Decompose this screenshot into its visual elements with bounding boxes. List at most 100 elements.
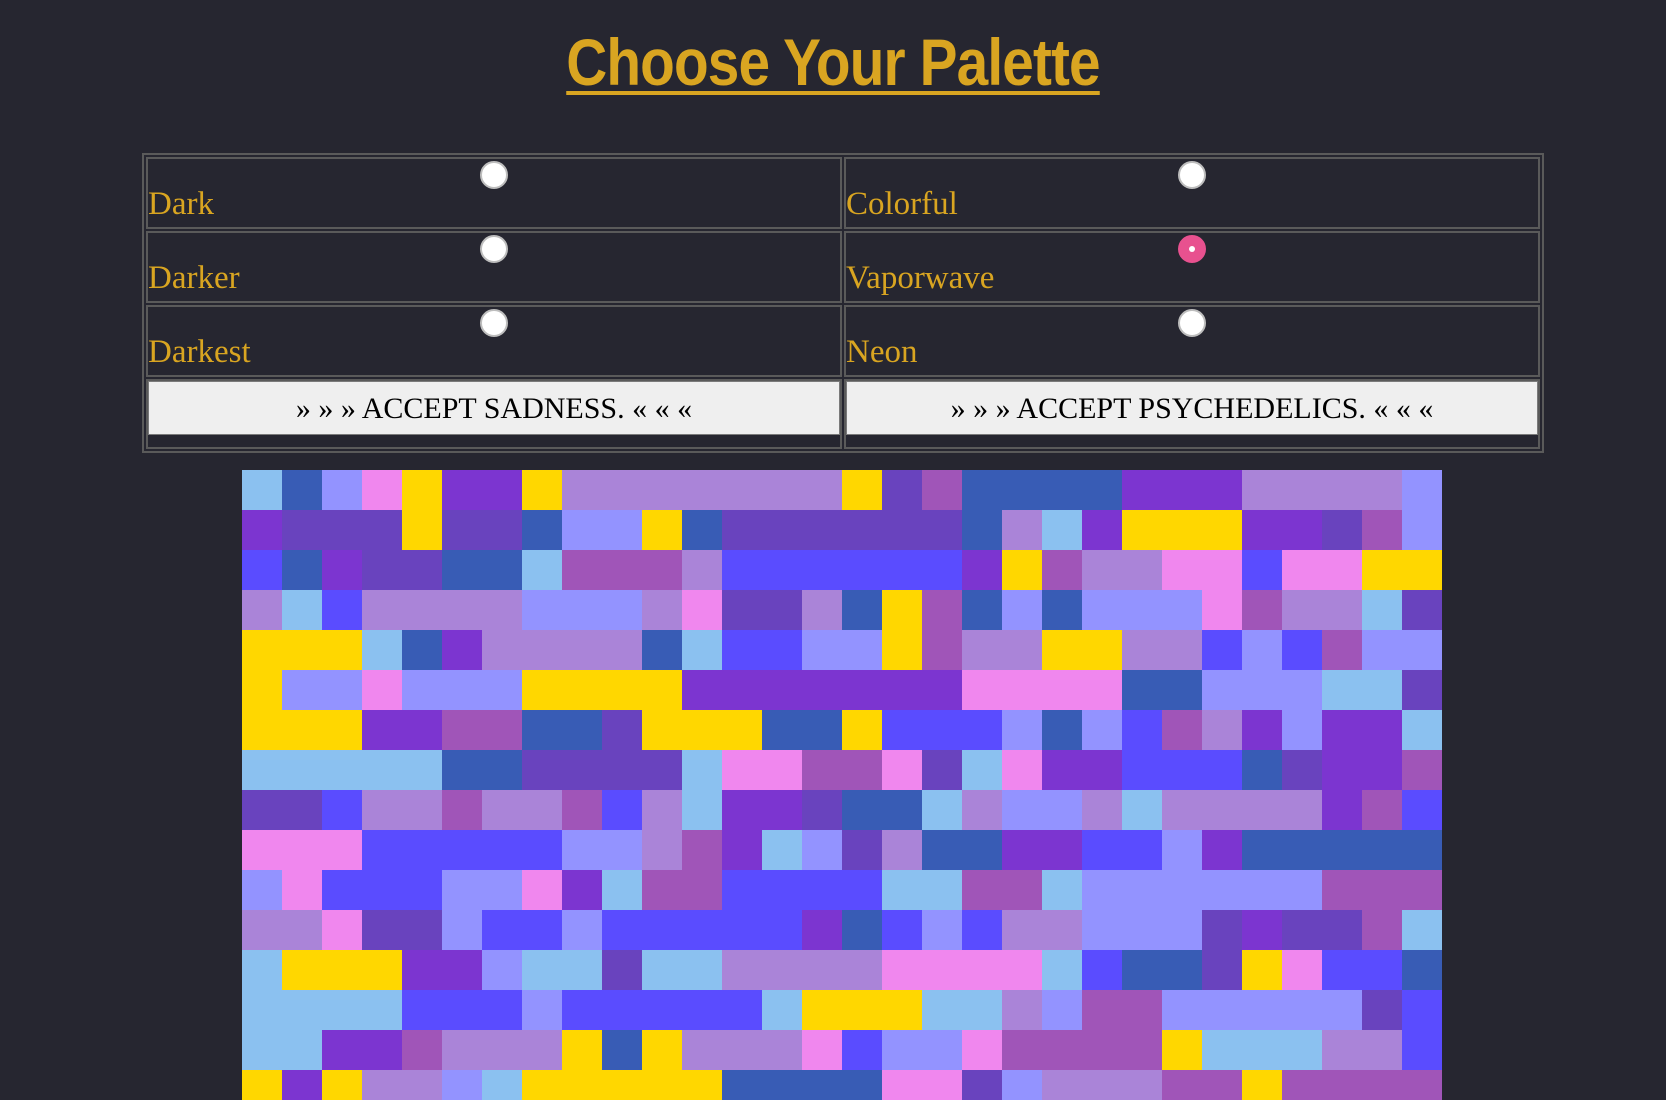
- mosaic-tile: [882, 550, 922, 590]
- mosaic-tile: [762, 630, 802, 670]
- mosaic-tile: [1402, 910, 1442, 950]
- radio-darker[interactable]: [480, 235, 508, 263]
- mosaic-tile: [1122, 630, 1162, 670]
- palette-option-darker[interactable]: Darker: [146, 231, 842, 303]
- mosaic-tile: [882, 710, 922, 750]
- mosaic-tile: [1082, 470, 1122, 510]
- mosaic-tile: [922, 990, 962, 1030]
- mosaic-tile: [242, 630, 282, 670]
- mosaic-tile: [1122, 990, 1162, 1030]
- mosaic-tile: [242, 790, 282, 830]
- radio-darkest[interactable]: [480, 309, 508, 337]
- mosaic-tile: [322, 1070, 362, 1100]
- mosaic-tile: [1242, 630, 1282, 670]
- mosaic-tile: [442, 1030, 482, 1070]
- palette-option-darkest[interactable]: Darkest: [146, 305, 842, 377]
- radio-vaporwave[interactable]: [1178, 235, 1206, 263]
- mosaic-tile: [1002, 590, 1042, 630]
- mosaic-tile: [722, 910, 762, 950]
- mosaic-tile: [1402, 790, 1442, 830]
- mosaic-tile: [442, 470, 482, 510]
- mosaic-tile: [602, 830, 642, 870]
- mosaic-tile: [1002, 750, 1042, 790]
- mosaic-tile: [522, 1070, 562, 1100]
- mosaic-tile: [602, 790, 642, 830]
- mosaic-tile: [522, 830, 562, 870]
- mosaic-tile: [1242, 870, 1282, 910]
- mosaic-tile: [1282, 590, 1322, 630]
- palette-option-neon[interactable]: Neon: [844, 305, 1540, 377]
- mosaic-tile: [802, 670, 842, 710]
- mosaic-tile: [1322, 950, 1362, 990]
- palette-option-vaporwave[interactable]: Vaporwave: [844, 231, 1540, 303]
- mosaic-tile: [1282, 670, 1322, 710]
- mosaic-tile: [642, 750, 682, 790]
- mosaic-tile: [1202, 910, 1242, 950]
- mosaic-tile: [402, 510, 442, 550]
- mosaic-tile: [362, 670, 402, 710]
- mosaic-tile: [1362, 1070, 1402, 1100]
- radio-neon[interactable]: [1178, 309, 1206, 337]
- mosaic-tile: [482, 1070, 522, 1100]
- mosaic-tile: [1362, 870, 1402, 910]
- mosaic-tile: [562, 510, 602, 550]
- mosaic-tile: [562, 630, 602, 670]
- mosaic-tile: [922, 710, 962, 750]
- mosaic-tile: [722, 710, 762, 750]
- mosaic-tile: [442, 910, 482, 950]
- mosaic-tile: [1122, 790, 1162, 830]
- mosaic-tile: [522, 590, 562, 630]
- accept-sadness-button[interactable]: » » » ACCEPT SADNESS. « « «: [148, 381, 840, 435]
- mosaic-tile: [922, 910, 962, 950]
- mosaic-tile: [282, 630, 322, 670]
- palette-option-colorful[interactable]: Colorful: [844, 157, 1540, 229]
- mosaic-tile: [682, 470, 722, 510]
- option-label: Darker: [148, 260, 240, 296]
- mosaic-tile: [1082, 590, 1122, 630]
- page-title: Choose Your Palette: [566, 25, 1100, 99]
- mosaic-tile: [1362, 790, 1402, 830]
- mosaic-tile: [1282, 630, 1322, 670]
- mosaic-tile: [962, 590, 1002, 630]
- mosaic-tile: [562, 1070, 602, 1100]
- mosaic-tile: [722, 1070, 762, 1100]
- mosaic-tile: [762, 710, 802, 750]
- mosaic-tile: [1162, 710, 1202, 750]
- mosaic-tile: [1082, 790, 1122, 830]
- mosaic-tile: [242, 870, 282, 910]
- mosaic-tile: [562, 990, 602, 1030]
- mosaic-tile: [682, 550, 722, 590]
- mosaic-tile: [282, 950, 322, 990]
- mosaic-tile: [722, 790, 762, 830]
- mosaic-tile: [1042, 950, 1082, 990]
- accept-psychedelics-button[interactable]: » » » ACCEPT PSYCHEDELICS. « « «: [846, 381, 1538, 435]
- mosaic-tile: [642, 790, 682, 830]
- radio-dark[interactable]: [480, 161, 508, 189]
- mosaic-tile: [1202, 630, 1242, 670]
- mosaic-tile: [722, 590, 762, 630]
- mosaic-tile: [402, 1030, 442, 1070]
- mosaic-tile: [362, 510, 402, 550]
- mosaic-tile: [362, 990, 402, 1030]
- mosaic-tile: [1282, 1070, 1322, 1100]
- mosaic-tile: [1082, 1030, 1122, 1070]
- mosaic-tile: [442, 710, 482, 750]
- radio-colorful[interactable]: [1178, 161, 1206, 189]
- mosaic-tile: [842, 790, 882, 830]
- mosaic-tile: [722, 1030, 762, 1070]
- mosaic-tile: [482, 830, 522, 870]
- mosaic-tile: [1162, 910, 1202, 950]
- mosaic-tile: [1202, 510, 1242, 550]
- mosaic-tile: [1202, 830, 1242, 870]
- color-mosaic: [242, 470, 1442, 1100]
- option-label: Colorful: [846, 186, 958, 222]
- mosaic-tile: [682, 1030, 722, 1070]
- mosaic-tile: [842, 950, 882, 990]
- mosaic-tile: [1242, 710, 1282, 750]
- palette-option-dark[interactable]: Dark: [146, 157, 842, 229]
- mosaic-tile: [1042, 590, 1082, 630]
- mosaic-tile: [282, 470, 322, 510]
- mosaic-tile: [922, 1030, 962, 1070]
- mosaic-tile: [642, 870, 682, 910]
- mosaic-tile: [1322, 990, 1362, 1030]
